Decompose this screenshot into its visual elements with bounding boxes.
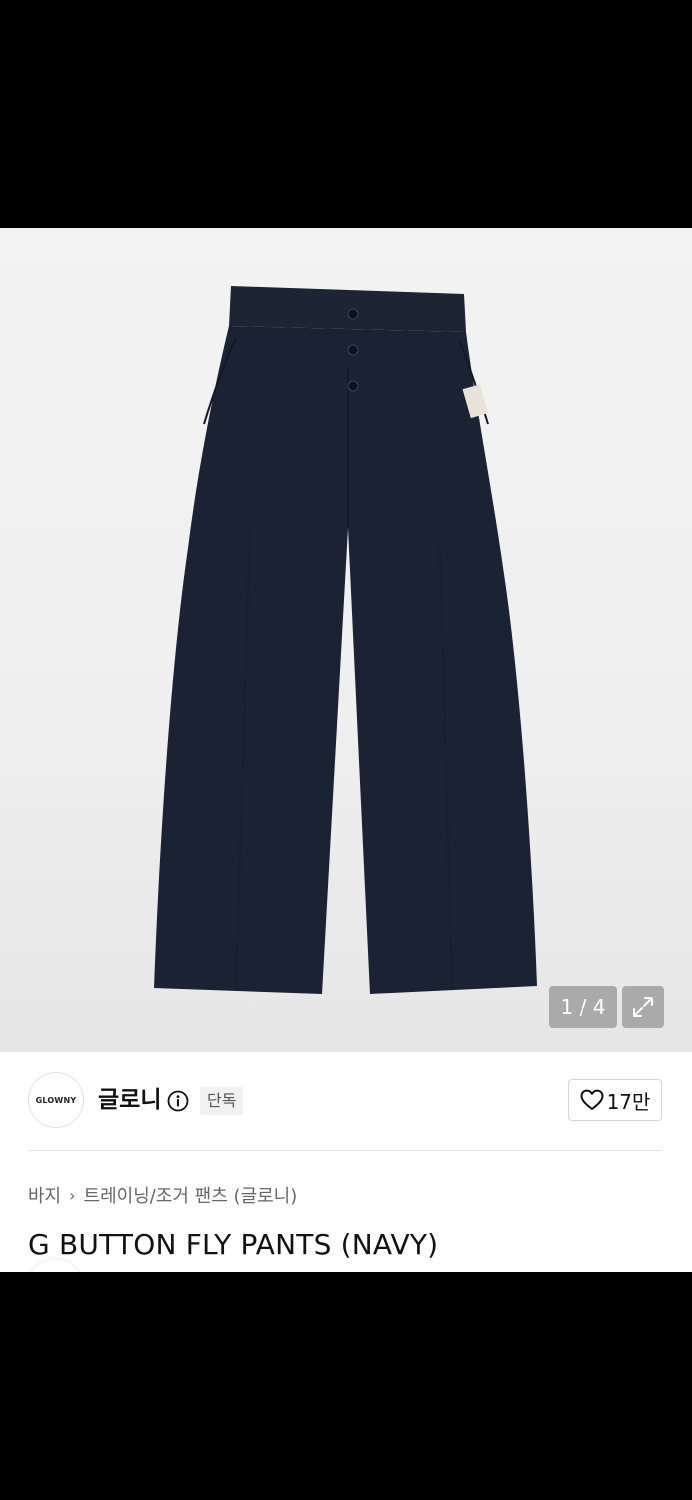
product-image-gallery[interactable]: 1 / 4 bbox=[0, 228, 692, 1052]
heart-icon bbox=[580, 1089, 604, 1110]
floating-button[interactable] bbox=[26, 1260, 84, 1272]
pants-button-3 bbox=[347, 380, 359, 392]
chevron-right-icon: › bbox=[69, 1185, 76, 1205]
pants-waistband bbox=[229, 286, 466, 332]
exclusive-badge: 단독 bbox=[200, 1087, 244, 1115]
expand-icon bbox=[633, 997, 653, 1017]
pants-button-2 bbox=[347, 344, 359, 356]
brand-logo[interactable]: GLOWNY bbox=[28, 1072, 84, 1128]
pants-body bbox=[154, 326, 537, 994]
pants-button-1 bbox=[347, 308, 359, 320]
like-button[interactable]: 17만 bbox=[568, 1079, 662, 1121]
product-info-panel: GLOWNY 글로니 단독 17만 바지 › 트레이닝/조거 팬츠 (글로니) … bbox=[0, 1052, 692, 1272]
expand-image-button[interactable] bbox=[622, 986, 664, 1028]
breadcrumb-subcategory[interactable]: 트레이닝/조거 팬츠 (글로니) bbox=[84, 1182, 298, 1208]
brand-name[interactable]: 글로니 bbox=[98, 1086, 161, 1114]
product-image bbox=[154, 286, 537, 994]
like-count: 17만 bbox=[606, 1089, 651, 1114]
navigation-bar-area bbox=[0, 1272, 692, 1500]
breadcrumb: 바지 › 트레이닝/조거 팬츠 (글로니) bbox=[28, 1182, 297, 1208]
image-counter: 1 / 4 bbox=[549, 986, 617, 1028]
info-icon[interactable] bbox=[167, 1090, 189, 1112]
divider bbox=[28, 1150, 662, 1151]
status-bar-area bbox=[0, 0, 692, 228]
product-title: G BUTTON FLY PANTS (NAVY) bbox=[28, 1228, 439, 1261]
breadcrumb-category[interactable]: 바지 bbox=[28, 1182, 61, 1208]
